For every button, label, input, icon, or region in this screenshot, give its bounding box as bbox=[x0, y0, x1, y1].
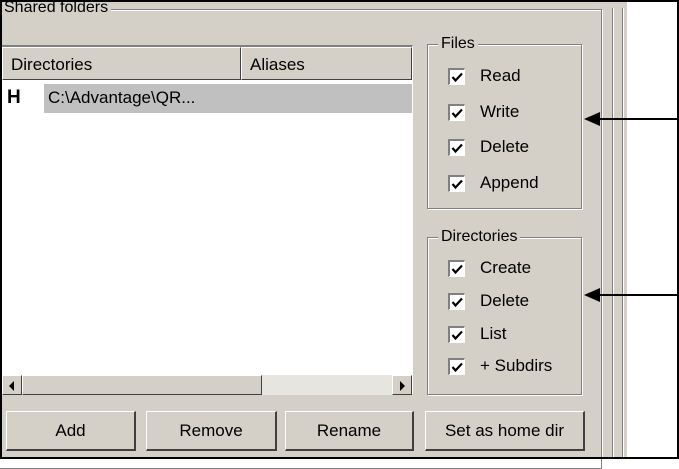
checkbox-box[interactable] bbox=[448, 326, 465, 343]
directories-group-title: Directories bbox=[438, 228, 521, 246]
directory-path[interactable]: C:\Advantage\QR... bbox=[44, 84, 412, 113]
separator bbox=[612, 8, 614, 459]
horizontal-scrollbar[interactable] bbox=[2, 375, 412, 395]
checkbox-box[interactable] bbox=[448, 175, 465, 192]
scroll-thumb[interactable] bbox=[22, 375, 262, 395]
checkbox-label: Create bbox=[480, 258, 532, 277]
remove-button[interactable]: Remove bbox=[146, 411, 277, 451]
checkbox-label: Delete bbox=[480, 137, 530, 156]
drive-key: H bbox=[7, 87, 21, 108]
directories-group: Directories Create Delete List + Subdirs bbox=[427, 228, 582, 395]
left-arrow-icon bbox=[584, 112, 679, 126]
add-button[interactable]: Add bbox=[6, 411, 136, 451]
scroll-right-icon bbox=[400, 381, 405, 391]
checkbox-label: + Subdirs bbox=[480, 356, 553, 375]
checkbox-box[interactable] bbox=[448, 68, 465, 85]
checkbox-box[interactable] bbox=[448, 293, 465, 310]
files-group-title: Files bbox=[438, 35, 478, 53]
checkbox-box[interactable] bbox=[448, 104, 465, 121]
separator bbox=[622, 8, 624, 459]
scroll-left-icon bbox=[9, 381, 14, 391]
left-arrow-icon bbox=[584, 288, 679, 302]
checkbox-label: Write bbox=[480, 102, 520, 121]
checkbox-label: Append bbox=[480, 173, 539, 192]
column-header-directories[interactable]: Directories bbox=[2, 47, 241, 80]
checkbox-box[interactable] bbox=[448, 260, 465, 277]
set-home-dir-button[interactable]: Set as home dir bbox=[425, 411, 585, 451]
files-group: Files Read Write Delete Append bbox=[427, 35, 582, 209]
list-item[interactable]: H C:\Advantage\QR... bbox=[2, 84, 412, 113]
shared-folders-title: Shared folders bbox=[1, 0, 112, 17]
column-header-aliases[interactable]: Aliases bbox=[241, 47, 412, 80]
checkbox-label: Delete bbox=[480, 291, 530, 310]
scroll-left-button[interactable] bbox=[2, 375, 22, 395]
rename-button[interactable]: Rename bbox=[285, 411, 414, 451]
shared-folders-list[interactable]: Directories Aliases H C:\Advantage\QR... bbox=[1, 45, 413, 395]
checkbox-box[interactable] bbox=[448, 139, 465, 156]
checkbox-box[interactable] bbox=[448, 358, 465, 375]
scroll-right-button[interactable] bbox=[392, 375, 412, 395]
checkbox-label: Read bbox=[480, 66, 521, 85]
checkbox-label: List bbox=[480, 324, 507, 343]
